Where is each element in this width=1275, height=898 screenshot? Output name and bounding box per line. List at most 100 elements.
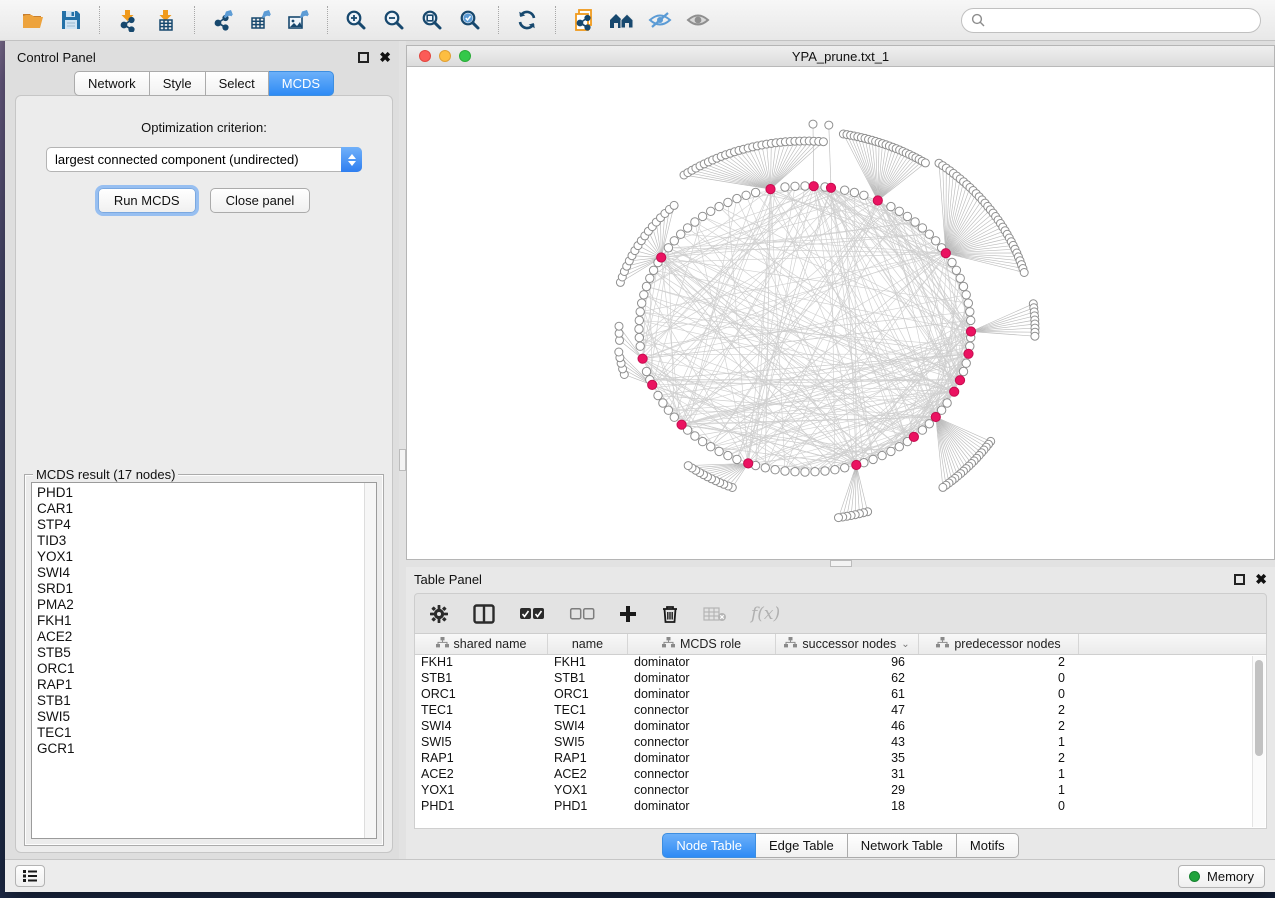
network-node[interactable] xyxy=(921,159,929,167)
mcds-result-item[interactable]: YOX1 xyxy=(37,549,359,565)
network-node[interactable] xyxy=(781,467,789,475)
table-scrollbar[interactable] xyxy=(1252,656,1265,827)
network-node[interactable] xyxy=(670,237,678,245)
network-node[interactable] xyxy=(670,201,678,209)
zoom-selected-icon[interactable] xyxy=(451,4,489,36)
network-node[interactable] xyxy=(635,325,643,333)
mcds-result-item[interactable]: FKH1 xyxy=(37,613,359,629)
open-file-icon[interactable] xyxy=(14,4,52,36)
network-node[interactable] xyxy=(654,391,662,399)
mcds-result-item[interactable]: GCR1 xyxy=(37,741,359,757)
network-node[interactable] xyxy=(691,218,699,226)
network-node[interactable] xyxy=(811,468,819,476)
table-row[interactable]: PHD1PHD1dominator180 xyxy=(415,799,1266,815)
run-mcds-button[interactable]: Run MCDS xyxy=(98,188,196,213)
network-node[interactable] xyxy=(835,514,843,522)
add-icon[interactable] xyxy=(619,605,637,623)
tab-edge-table[interactable]: Edge Table xyxy=(756,833,848,858)
network-node[interactable] xyxy=(635,333,643,341)
mcds-result-item[interactable]: STP4 xyxy=(37,517,359,533)
tab-network-table[interactable]: Network Table xyxy=(848,833,957,858)
export-network-icon[interactable] xyxy=(204,4,242,36)
network-node[interactable] xyxy=(932,237,940,245)
network-node[interactable] xyxy=(715,447,723,455)
network-node[interactable] xyxy=(751,188,759,196)
mcds-result-item[interactable]: SRD1 xyxy=(37,581,359,597)
close-panel-button[interactable]: Close panel xyxy=(210,188,311,213)
table-row[interactable]: ACE2ACE2connector311 xyxy=(415,767,1266,783)
network-node[interactable] xyxy=(771,466,779,474)
network-node[interactable] xyxy=(781,183,789,191)
network-node[interactable] xyxy=(967,316,975,324)
network-node[interactable] xyxy=(943,399,951,407)
splitter-grabber[interactable] xyxy=(399,449,406,471)
network-node[interactable] xyxy=(707,443,715,451)
mcds-node[interactable] xyxy=(964,349,973,358)
network-node[interactable] xyxy=(791,468,799,476)
import-network-icon[interactable] xyxy=(109,4,147,36)
network-node[interactable] xyxy=(959,282,967,290)
optimization-criterion-dropdown[interactable]: largest connected component (undirected) xyxy=(46,147,362,172)
zoom-fit-icon[interactable] xyxy=(413,4,451,36)
network-node[interactable] xyxy=(733,455,741,463)
memory-button[interactable]: Memory xyxy=(1178,865,1265,888)
zoom-in-icon[interactable] xyxy=(337,4,375,36)
network-canvas[interactable] xyxy=(407,67,1274,559)
network-node[interactable] xyxy=(860,191,868,199)
mcds-node[interactable] xyxy=(941,249,950,258)
network-node[interactable] xyxy=(715,202,723,210)
mcds-node[interactable] xyxy=(809,182,818,191)
network-node[interactable] xyxy=(615,348,623,356)
column-header-shared-name[interactable]: shared name xyxy=(415,634,548,654)
mcds-node[interactable] xyxy=(873,196,882,205)
network-node[interactable] xyxy=(691,432,699,440)
network-node[interactable] xyxy=(659,399,667,407)
network-node[interactable] xyxy=(878,451,886,459)
float-panel-icon[interactable] xyxy=(1234,574,1245,585)
save-session-icon[interactable] xyxy=(52,4,90,36)
network-node[interactable] xyxy=(664,406,672,414)
network-node[interactable] xyxy=(918,426,926,434)
network-node[interactable] xyxy=(962,359,970,367)
network-node[interactable] xyxy=(903,212,911,220)
network-node[interactable] xyxy=(841,186,849,194)
network-node[interactable] xyxy=(1031,332,1039,340)
network-node[interactable] xyxy=(646,274,654,282)
network-node[interactable] xyxy=(869,455,877,463)
column-header-successor-nodes[interactable]: successor nodes⌄ xyxy=(776,634,919,654)
mcds-node[interactable] xyxy=(766,185,775,194)
mcds-node[interactable] xyxy=(648,380,657,389)
mcds-result-item[interactable]: PHD1 xyxy=(37,485,359,501)
mcds-node[interactable] xyxy=(744,459,753,468)
import-table-icon[interactable] xyxy=(147,4,185,36)
network-node[interactable] xyxy=(670,413,678,421)
vertical-splitter[interactable] xyxy=(399,41,406,859)
deselect-all-icon[interactable] xyxy=(569,607,595,621)
network-node[interactable] xyxy=(911,218,919,226)
mcds-result-item[interactable]: TID3 xyxy=(37,533,359,549)
export-image-icon[interactable] xyxy=(280,4,318,36)
network-node[interactable] xyxy=(635,316,643,324)
mcds-node[interactable] xyxy=(966,327,975,336)
delete-trash-icon[interactable] xyxy=(661,604,679,624)
first-neighbors-icon[interactable] xyxy=(603,4,641,36)
mcds-list-scrollbar[interactable] xyxy=(364,483,376,838)
table-row[interactable]: SWI4SWI4dominator462 xyxy=(415,719,1266,735)
close-panel-icon[interactable]: ✖ xyxy=(379,50,391,64)
table-row[interactable]: RAP1RAP1dominator352 xyxy=(415,751,1266,767)
network-node[interactable] xyxy=(724,451,732,459)
network-node[interactable] xyxy=(733,194,741,202)
network-node[interactable] xyxy=(962,291,970,299)
task-history-button[interactable] xyxy=(15,865,45,887)
network-node[interactable] xyxy=(761,464,769,472)
mcds-result-item[interactable]: SWI5 xyxy=(37,709,359,725)
select-all-icon[interactable] xyxy=(519,607,545,621)
close-panel-icon[interactable]: ✖ xyxy=(1255,572,1267,586)
float-panel-icon[interactable] xyxy=(358,52,369,63)
network-node[interactable] xyxy=(724,198,732,206)
network-node[interactable] xyxy=(801,182,809,190)
tab-node-table[interactable]: Node Table xyxy=(662,833,756,858)
network-node[interactable] xyxy=(636,342,644,350)
search-input[interactable] xyxy=(991,13,1251,28)
mcds-result-item[interactable]: ORC1 xyxy=(37,661,359,677)
